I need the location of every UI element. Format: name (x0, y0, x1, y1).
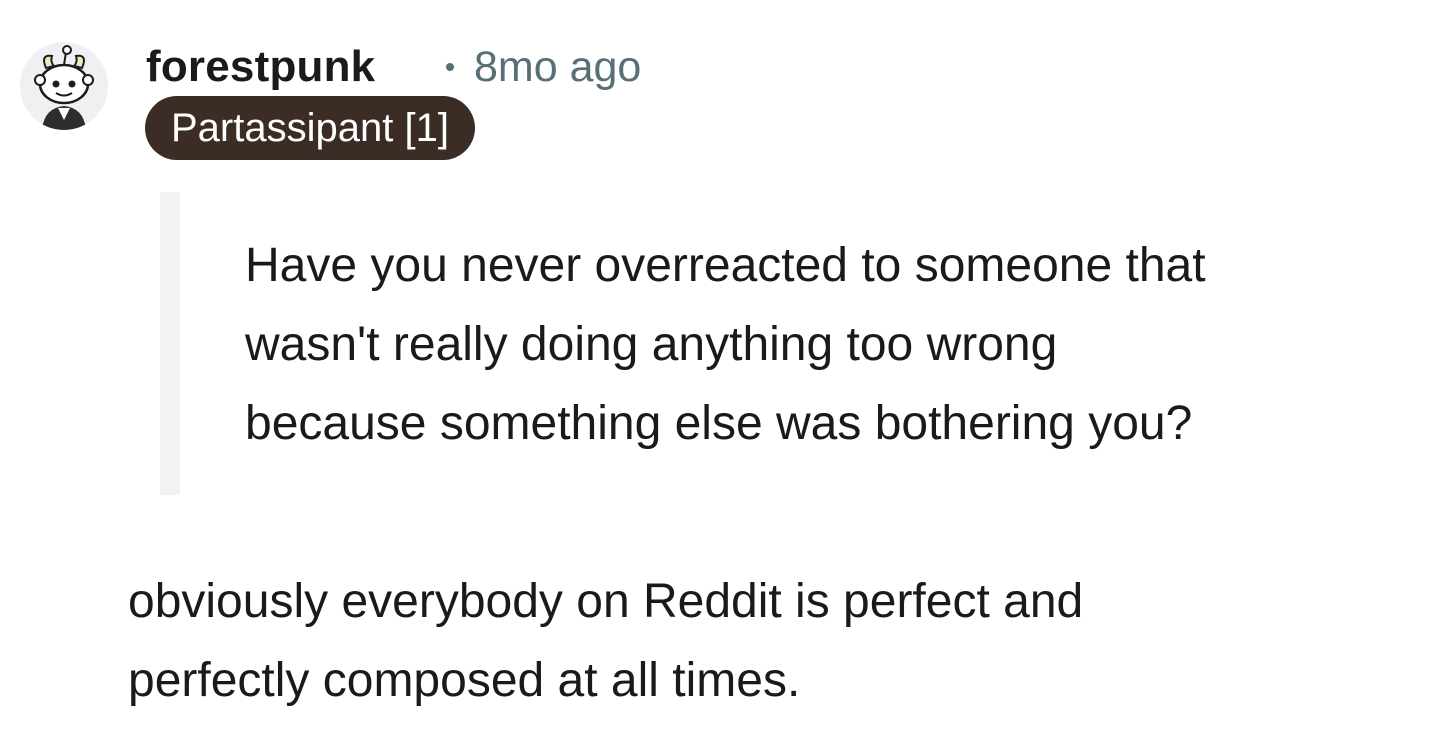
blockquote-line: wasn't really doing anything too wrong (245, 318, 1058, 371)
comment-body-line: obviously everybody on Reddit is perfect… (128, 575, 1084, 628)
snoo-avatar-icon[interactable] (20, 42, 108, 130)
blockquote-line: Have you never overreacted to someone th… (245, 239, 1206, 292)
comment-body: obviously everybody on Reddit is perfect… (128, 562, 1418, 720)
comment-author[interactable]: forestpunk (146, 40, 375, 94)
blockquote-line: because something else was bothering you… (245, 397, 1193, 450)
blockquote-bar (160, 192, 180, 495)
separator-dot (446, 62, 454, 71)
comment-body-line: perfectly composed at all times. (128, 654, 801, 707)
comment-timestamp[interactable]: 8mo ago (474, 43, 641, 91)
comment-meta: 8mo ago (436, 40, 641, 94)
user-flair: Partassipant [1] (145, 96, 475, 160)
blockquote: Have you never overreacted to someone th… (245, 226, 1425, 463)
